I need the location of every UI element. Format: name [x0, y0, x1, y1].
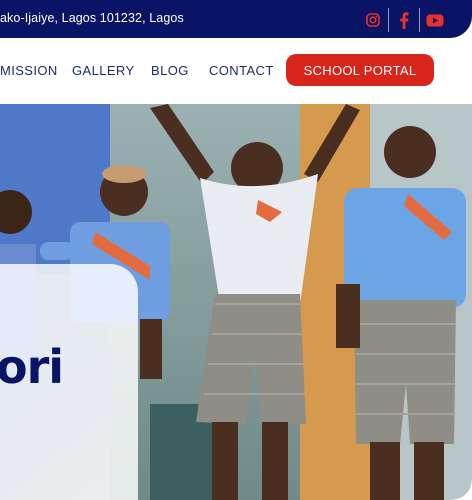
- hero-heading: ori: [0, 340, 64, 394]
- nav-item-mission[interactable]: MISSION: [0, 63, 58, 78]
- social-divider: [388, 8, 389, 32]
- youtube-icon: [426, 14, 444, 26]
- nav-item-gallery[interactable]: GALLERY: [72, 63, 135, 78]
- nav-item-blog[interactable]: BLOG: [151, 63, 189, 78]
- hero-section: ori: [0, 104, 472, 500]
- top-info-bar: ako-Ijaiye, Lagos 101232, Lagos: [0, 0, 472, 38]
- main-navigation: MISSION GALLERY BLOG CONTACT SCHOOL PORT…: [0, 38, 472, 104]
- facebook-icon: [400, 11, 409, 29]
- social-divider: [419, 8, 420, 32]
- instagram-icon: [366, 13, 380, 27]
- instagram-link[interactable]: [362, 9, 384, 31]
- facebook-link[interactable]: [393, 9, 415, 31]
- youtube-link[interactable]: [424, 9, 446, 31]
- nav-item-contact[interactable]: CONTACT: [209, 63, 274, 78]
- social-links: [362, 8, 446, 32]
- school-address: ako-Ijaiye, Lagos 101232, Lagos: [0, 11, 184, 25]
- school-portal-button[interactable]: SCHOOL PORTAL: [286, 54, 434, 86]
